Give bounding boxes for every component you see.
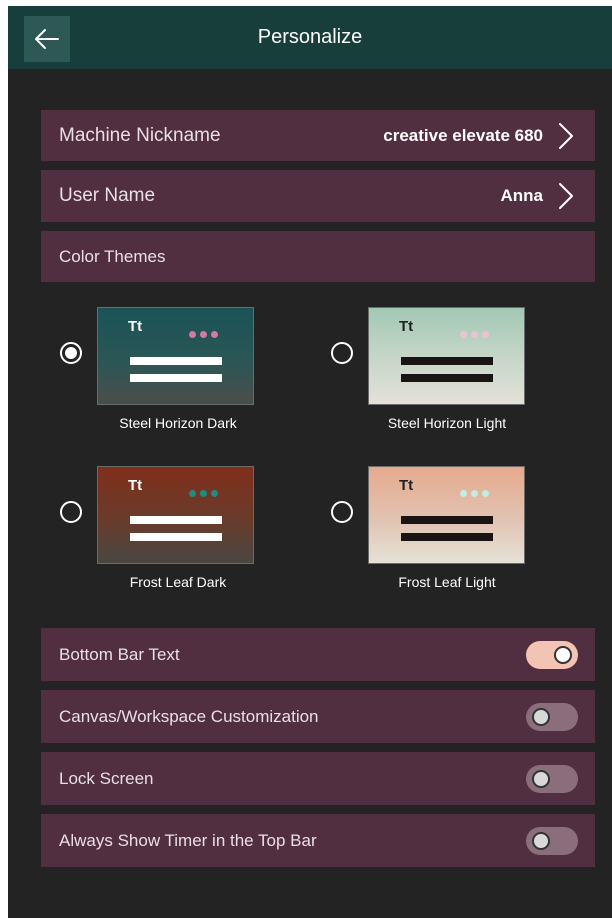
bottom-bar-text-toggle[interactable] <box>526 640 578 669</box>
theme-preview-tt-text: Tt <box>128 318 143 335</box>
theme-radio-frost-leaf-dark[interactable] <box>60 501 82 523</box>
lock-screen-toggle[interactable] <box>526 764 578 793</box>
user-name-value: Anna <box>500 186 544 205</box>
theme-preview-dots <box>189 490 218 497</box>
lock-screen-row: Lock Screen <box>41 752 595 805</box>
theme-name-frost-leaf-light: Frost Leaf Light <box>398 574 496 590</box>
canvas-workspace-customization-row: Canvas/Workspace Customization <box>41 690 595 743</box>
bottom-bar-text-row: Bottom Bar Text <box>41 628 595 681</box>
theme-radio-steel-horizon-light[interactable] <box>331 342 353 364</box>
machine-nickname-row[interactable]: Machine Nickname creative elevate 680 <box>41 110 595 161</box>
page-title: Personalize <box>257 26 363 48</box>
chevron-right-icon <box>559 183 573 209</box>
color-themes-header: Color Themes <box>41 231 595 282</box>
theme-grid: Tt Steel Horizon Dark Tt Steel Horizon L… <box>41 296 595 606</box>
theme-preview-steel-horizon-dark[interactable]: Tt <box>97 307 254 405</box>
always-show-timer-label: Always Show Timer in the Top Bar <box>59 830 317 850</box>
theme-preview-dots <box>460 331 489 338</box>
color-themes-label: Color Themes <box>59 246 166 266</box>
always-show-timer-toggle[interactable] <box>526 826 578 855</box>
theme-preview-frost-leaf-dark[interactable]: Tt <box>97 466 254 564</box>
arrow-left-icon <box>35 29 59 49</box>
personalize-screen: Personalize Machine Nickname creative el… <box>8 6 612 918</box>
theme-option-frost-leaf-light[interactable]: Tt Frost Leaf Light <box>321 455 561 605</box>
user-name-row[interactable]: User Name Anna <box>41 170 595 222</box>
back-button[interactable] <box>24 16 70 62</box>
theme-radio-frost-leaf-light[interactable] <box>331 501 353 523</box>
theme-preview-tt-text: Tt <box>399 477 414 494</box>
machine-nickname-value: creative elevate 680 <box>383 125 543 145</box>
lock-screen-label: Lock Screen <box>59 768 154 788</box>
theme-preview-frost-leaf-light[interactable]: Tt <box>368 466 525 564</box>
theme-option-steel-horizon-dark[interactable]: Tt Steel Horizon Dark <box>41 296 281 446</box>
theme-preview-dots <box>189 331 218 338</box>
theme-name-steel-horizon-dark: Steel Horizon Dark <box>119 415 237 431</box>
theme-option-frost-leaf-dark[interactable]: Tt Frost Leaf Dark <box>41 455 281 605</box>
theme-name-steel-horizon-light: Steel Horizon Light <box>387 415 507 431</box>
canvas-workspace-customization-toggle[interactable] <box>526 702 578 731</box>
theme-radio-steel-horizon-dark[interactable] <box>60 342 82 364</box>
always-show-timer-row: Always Show Timer in the Top Bar <box>41 814 595 867</box>
theme-option-steel-horizon-light[interactable]: Tt Steel Horizon Light <box>321 296 561 446</box>
chevron-right-icon <box>559 122 573 149</box>
theme-preview-tt-text: Tt <box>399 318 414 335</box>
theme-preview-dots <box>460 490 489 497</box>
machine-nickname-label: Machine Nickname <box>59 124 221 146</box>
bottom-bar-text-label: Bottom Bar Text <box>59 644 180 664</box>
theme-preview-tt-text: Tt <box>128 477 143 494</box>
user-name-label: User Name <box>59 185 156 206</box>
theme-preview-steel-horizon-light[interactable]: Tt <box>368 307 525 405</box>
theme-name-frost-leaf-dark: Frost Leaf Dark <box>129 574 227 590</box>
top-bar: Personalize <box>8 6 612 69</box>
canvas-workspace-customization-label: Canvas/Workspace Customization <box>59 706 319 726</box>
